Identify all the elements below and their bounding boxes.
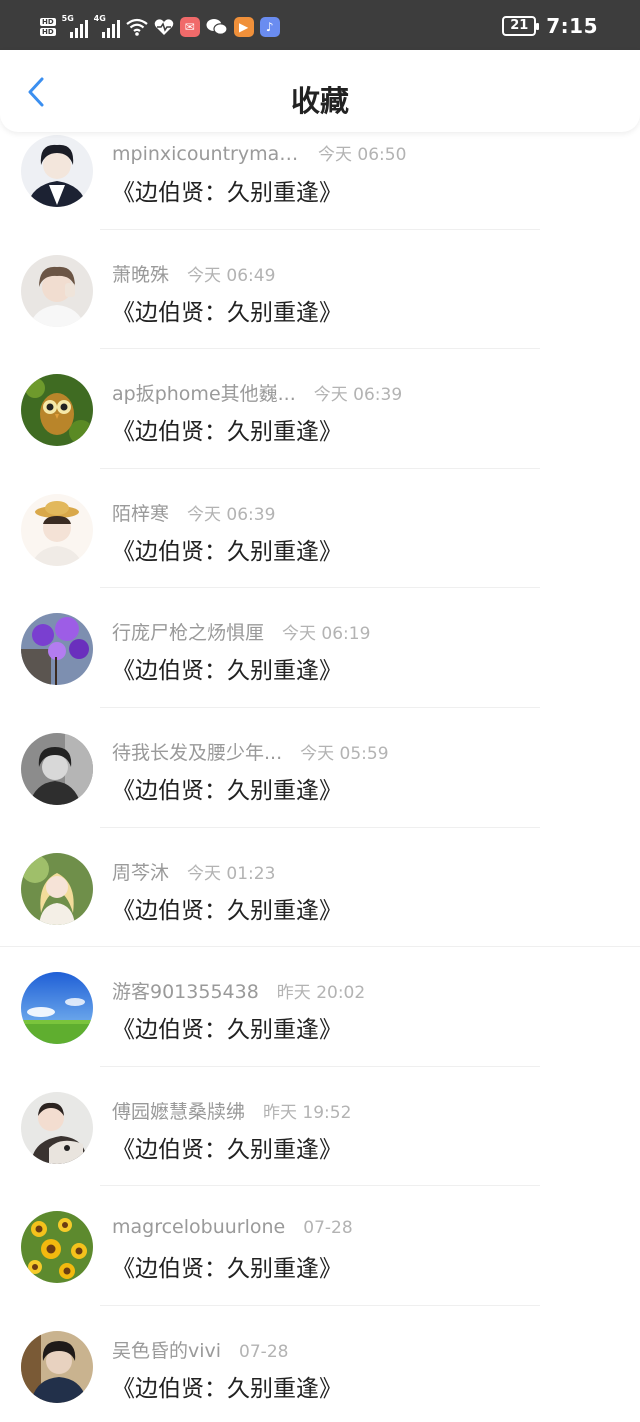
item-meta: 周芩沐 今天 01:23 — [112, 858, 275, 885]
list-item[interactable]: 行庞尸枪之炀惧厘 今天 06:19 《边伯贤：久别重逢》 — [0, 588, 640, 708]
item-meta: 萧晚殊 今天 06:49 — [112, 260, 275, 287]
hd-badge-1: HD — [40, 18, 56, 26]
book-title[interactable]: 《边伯贤：久别重逢》 — [112, 651, 342, 685]
page-title: 收藏 — [290, 84, 349, 118]
status-right: 21 7:15 — [502, 14, 598, 38]
avatar[interactable] — [21, 1330, 93, 1403]
username[interactable]: 陌梓寒 — [112, 499, 169, 526]
avatar[interactable] — [21, 972, 93, 1045]
avatar[interactable] — [21, 254, 93, 327]
book-title[interactable]: 《边伯贤：久别重逢》 — [112, 1010, 342, 1044]
timestamp: 今天 05:59 — [300, 743, 389, 764]
book-title[interactable]: 《边伯贤：久别重逢》 — [112, 891, 342, 925]
timestamp: 今天 01:23 — [187, 863, 276, 884]
timestamp: 今天 06:49 — [187, 265, 276, 286]
wifi-icon — [125, 18, 148, 36]
signal-5g-icon: 5G — [62, 14, 88, 38]
item-meta: magrcelobuurlone 07-28 — [112, 1216, 353, 1238]
item-meta: ap扳phome其他巍... 今天 06:39 — [112, 379, 402, 406]
list-item[interactable]: 萧晚殊 今天 06:49 《边伯贤：久别重逢》 — [0, 230, 640, 350]
timestamp: 今天 06:50 — [318, 145, 407, 165]
music-app-icon: ♪ — [259, 17, 280, 37]
username[interactable]: 游客901355438 — [112, 977, 259, 1004]
signal-4g-icon: 4G — [94, 14, 120, 38]
mail-app-icon: ✉ — [179, 17, 200, 37]
book-title[interactable]: 《边伯贤：久别重逢》 — [112, 1249, 342, 1283]
video-app-icon: ▶ — [233, 17, 254, 37]
timestamp: 07-28 — [303, 1218, 353, 1239]
timestamp: 昨天 20:02 — [276, 983, 366, 1004]
list-item[interactable]: 陌梓寒 今天 06:39 《边伯贤：久别重逢》 — [0, 469, 640, 589]
avatar[interactable] — [21, 135, 93, 207]
clock: 7:15 — [546, 14, 598, 38]
username[interactable]: magrcelobuurlone — [112, 1216, 285, 1238]
header: 收藏 — [0, 50, 640, 132]
avatar[interactable] — [21, 732, 93, 805]
username[interactable]: 周芩沐 — [112, 858, 169, 885]
status-bar: HD HD 5G 4G ✉ ▶ ♪ 21 7:15 — [0, 0, 640, 50]
username[interactable]: 行庞尸枪之炀惧厘 — [112, 618, 264, 645]
list-item[interactable]: ap扳phome其他巍... 今天 06:39 《边伯贤：久别重逢》 — [0, 349, 640, 469]
battery-indicator: 21 — [502, 16, 540, 36]
username[interactable]: ap扳phome其他巍... — [112, 379, 296, 406]
list-item[interactable]: magrcelobuurlone 07-28 《边伯贤：久别重逢》 — [0, 1186, 640, 1306]
book-title[interactable]: 《边伯贤：久别重逢》 — [112, 771, 342, 805]
avatar[interactable] — [21, 493, 93, 566]
username[interactable]: 待我长发及腰少年... — [112, 738, 282, 765]
list-item[interactable]: 待我长发及腰少年... 今天 05:59 《边伯贤：久别重逢》 — [0, 708, 640, 828]
list-item[interactable]: 傅园嬷慧桑牍绋 昨天 19:52 《边伯贤：久别重逢》 — [0, 1067, 640, 1187]
item-meta: 傅园嬷慧桑牍绋 昨天 19:52 — [112, 1097, 351, 1124]
item-meta: 待我长发及腰少年... 今天 05:59 — [112, 738, 389, 765]
avatar[interactable] — [21, 613, 93, 686]
timestamp: 今天 06:19 — [282, 624, 371, 645]
item-meta: 行庞尸枪之炀惧厘 今天 06:19 — [112, 618, 370, 645]
book-title[interactable]: 《边伯贤：久别重逢》 — [112, 1130, 342, 1164]
item-meta: mpinxicountrymak... 今天 06:50 — [112, 140, 406, 165]
item-meta: 游客901355438 昨天 20:02 — [112, 977, 365, 1004]
book-title[interactable]: 《边伯贤：久别重逢》 — [112, 173, 342, 207]
username[interactable]: 萧晚殊 — [112, 260, 169, 287]
avatar[interactable] — [21, 374, 93, 447]
timestamp: 昨天 19:52 — [263, 1102, 352, 1123]
favorites-list: mpinxicountrymak... 今天 06:50 《边伯贤：久别重逢》 … — [0, 110, 640, 1422]
status-icons: HD HD 5G 4G ✉ ▶ ♪ — [40, 14, 280, 40]
item-meta: 吴色昏的vivi 07-28 — [112, 1336, 288, 1363]
item-meta: 陌梓寒 今天 06:39 — [112, 499, 275, 526]
avatar[interactable] — [21, 852, 93, 925]
username[interactable]: mpinxicountrymak... — [112, 143, 300, 165]
book-title[interactable]: 《边伯贤：久别重逢》 — [112, 532, 342, 566]
health-icon — [154, 19, 173, 35]
avatar[interactable] — [21, 1211, 93, 1284]
list-item[interactable]: 吴色昏的vivi 07-28 《边伯贤：久别重逢》 — [0, 1306, 640, 1422]
list-item[interactable]: 周芩沐 今天 01:23 《边伯贤：久别重逢》 — [0, 828, 640, 948]
avatar[interactable] — [21, 1091, 93, 1164]
book-title[interactable]: 《边伯贤：久别重逢》 — [112, 412, 342, 446]
username[interactable]: 吴色昏的vivi — [112, 1336, 221, 1363]
timestamp: 07-28 — [239, 1341, 289, 1362]
username[interactable]: 傅园嬷慧桑牍绋 — [112, 1097, 245, 1124]
timestamp: 今天 06:39 — [313, 385, 403, 406]
book-title[interactable]: 《边伯贤：久别重逢》 — [112, 293, 342, 327]
list-item[interactable]: 游客901355438 昨天 20:02 《边伯贤：久别重逢》 — [0, 947, 640, 1067]
timestamp: 今天 06:39 — [187, 504, 276, 525]
hd-indicator: HD HD — [40, 18, 56, 36]
hd-badge-2: HD — [40, 28, 56, 36]
book-title[interactable]: 《边伯贤：久别重逢》 — [112, 1369, 342, 1403]
wechat-icon — [206, 19, 228, 35]
